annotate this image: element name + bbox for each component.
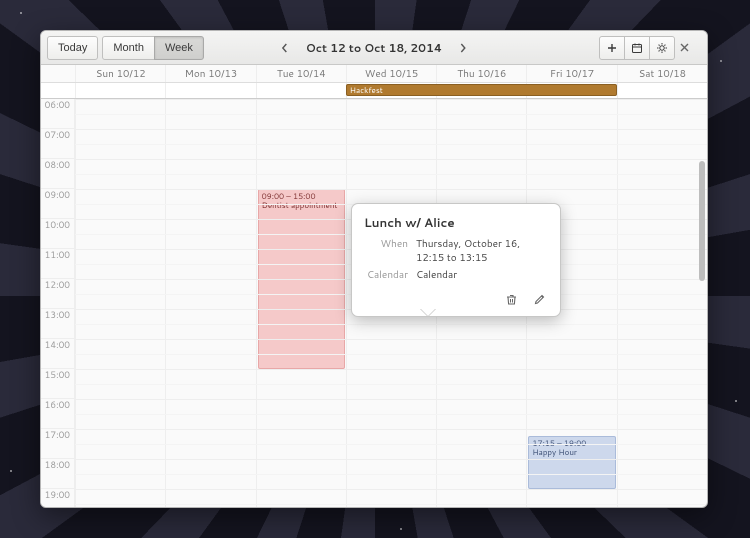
popover-title: Lunch w/ Alice: [364, 214, 548, 231]
calendars-button[interactable]: [624, 36, 650, 60]
allday-event[interactable]: Hackfest: [346, 84, 617, 96]
day-label: Sun 10/12: [75, 65, 165, 82]
plus-icon: [606, 42, 618, 54]
calendar-window: Today Month Week Oct 12 to Oct 18, 2014: [40, 30, 708, 508]
hour-label: 14:00: [41, 339, 74, 369]
hour-label: 11:00: [41, 249, 74, 279]
chevron-left-icon: [280, 43, 290, 53]
hour-label: 09:00: [41, 189, 74, 219]
header-bar: Today Month Week Oct 12 to Oct 18, 2014: [41, 31, 707, 65]
scrollbar-thumb[interactable]: [699, 161, 705, 281]
hour-label: 07:00: [41, 129, 74, 159]
add-event-button[interactable]: [599, 36, 625, 60]
day-header-row: Sun 10/12 Mon 10/13 Tue 10/14 Wed 10/15 …: [41, 65, 707, 83]
event-title: Dentist appointment: [262, 201, 341, 210]
day-column[interactable]: [165, 99, 255, 507]
view-week-button[interactable]: Week: [154, 36, 204, 60]
title-area: Oct 12 to Oct 18, 2014: [274, 37, 474, 59]
header-actions: [599, 36, 701, 60]
hour-label: 08:00: [41, 159, 74, 189]
close-icon: [679, 42, 701, 53]
day-column[interactable]: [75, 99, 165, 507]
hour-label: 13:00: [41, 309, 74, 339]
settings-button[interactable]: [649, 36, 675, 60]
event-time: 09:00 – 15:00: [262, 192, 341, 201]
hour-label: 06:00: [41, 99, 74, 129]
hour-label: 15:00: [41, 369, 74, 399]
hour-label: 10:00: [41, 219, 74, 249]
popover-delete-button[interactable]: [502, 290, 520, 308]
day-label: Wed 10/15: [346, 65, 436, 82]
window-close-button[interactable]: [679, 37, 701, 59]
next-week-button[interactable]: [452, 37, 474, 59]
trash-icon: [505, 293, 518, 306]
hour-label: 19:00: [41, 489, 74, 507]
allday-event-title: Hackfest: [350, 84, 383, 96]
day-label: Tue 10/14: [256, 65, 346, 82]
view-switcher: Month Week: [102, 36, 204, 60]
scrollbar[interactable]: [699, 101, 705, 505]
time-gutter: 06:00 07:00 08:00 09:00 10:00 11:00 12:0…: [41, 99, 75, 507]
day-column[interactable]: 09:00 – 15:00 Dentist appointment: [256, 99, 346, 507]
day-label: Fri 10/17: [526, 65, 616, 82]
calendar-icon: [631, 42, 643, 54]
popover-calendar-value: Calendar: [416, 268, 548, 282]
popover-calendar-label: Calendar: [364, 268, 408, 282]
prev-week-button[interactable]: [274, 37, 296, 59]
day-label: Sat 10/18: [617, 65, 707, 82]
hour-label: 16:00: [41, 399, 74, 429]
event-popover: Lunch w/ Alice When Thursday, October 16…: [351, 203, 561, 317]
day-label: Thu 10/16: [436, 65, 526, 82]
popover-edit-button[interactable]: [530, 290, 548, 308]
event-title: Happy Hour: [532, 448, 611, 457]
gear-icon: [656, 42, 668, 54]
chevron-right-icon: [458, 43, 468, 53]
day-column[interactable]: [617, 99, 707, 507]
today-button[interactable]: Today: [47, 36, 98, 60]
hour-label: 18:00: [41, 459, 74, 489]
allday-row: Hackfest: [41, 83, 707, 99]
day-label: Mon 10/13: [165, 65, 255, 82]
date-range-title: Oct 12 to Oct 18, 2014: [298, 40, 450, 56]
pencil-icon: [533, 293, 546, 306]
hour-label: 17:00: [41, 429, 74, 459]
hour-label: 12:00: [41, 279, 74, 309]
popover-when-label: When: [364, 237, 408, 265]
popover-when-value: Thursday, October 16, 12:15 to 13:15: [416, 237, 548, 265]
view-month-button[interactable]: Month: [102, 36, 155, 60]
